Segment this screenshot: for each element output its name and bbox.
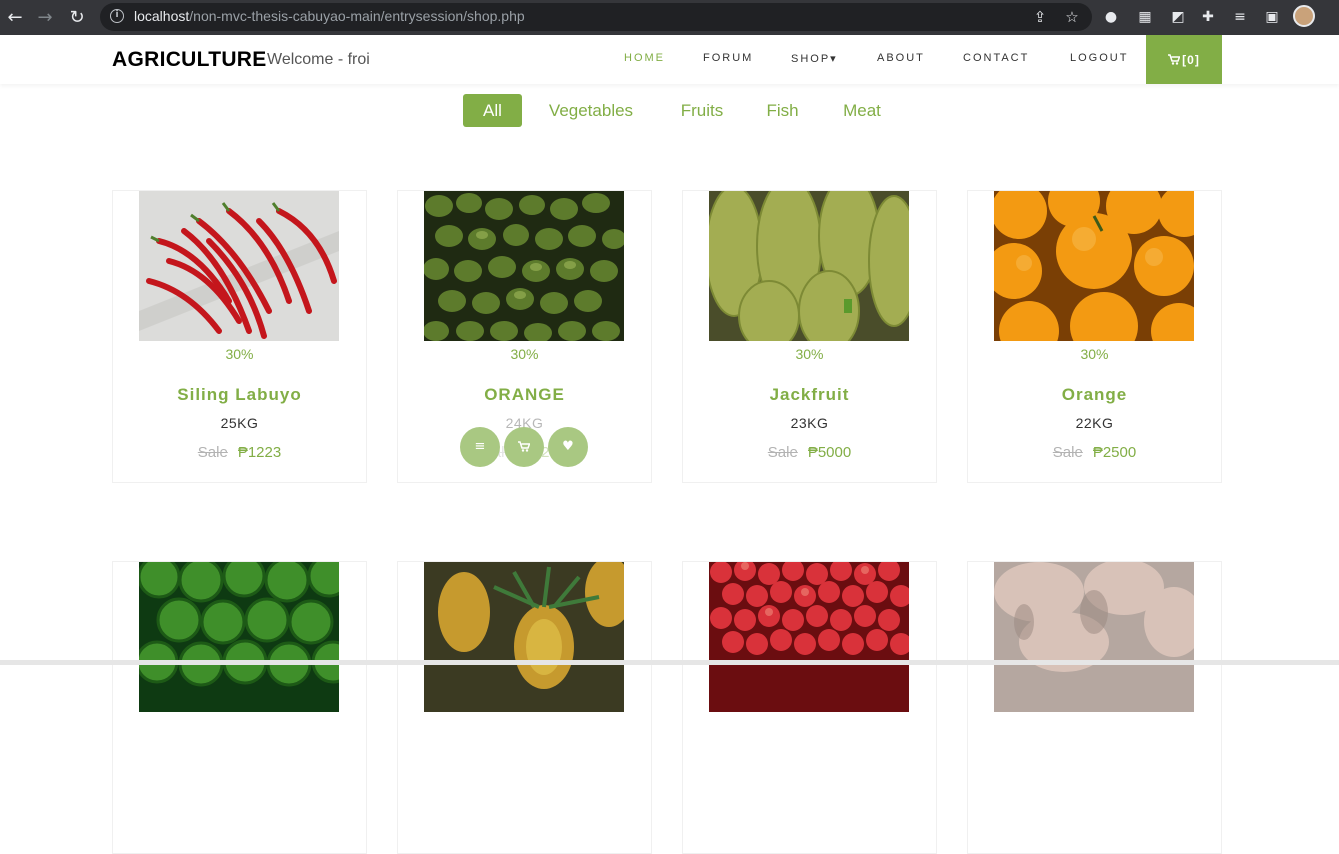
price-value: ₱1223 xyxy=(237,444,282,461)
product-price: Sale ₱1223 xyxy=(113,444,366,461)
sale-label: Sale xyxy=(1052,444,1083,461)
sidebar-icon[interactable]: ▣ xyxy=(1262,7,1282,27)
cart-icon[interactable] xyxy=(504,427,544,467)
nav-logout[interactable]: LOGOUT xyxy=(1070,52,1128,64)
info-icon[interactable]: i xyxy=(110,9,124,23)
product-card[interactable]: 30% Jackfruit 23KG Sale ₱5000 xyxy=(682,190,937,483)
product-weight: 22KG xyxy=(1075,415,1114,431)
discount-badge: 30% xyxy=(225,346,254,362)
site-header: AGRICULTURE Welcome - froi HOME FORUM SH… xyxy=(0,35,1339,84)
product-image-watermelon[interactable] xyxy=(139,562,339,712)
product-card[interactable]: 30% ORANGE 24KG Sale₱3210 ≡ ♥ xyxy=(397,190,652,483)
product-image-pineapple[interactable] xyxy=(424,562,624,712)
product-name[interactable]: Jackfruit xyxy=(683,385,936,405)
welcome-text: Welcome - froi xyxy=(267,51,370,68)
product-weight: 23KG xyxy=(790,415,829,431)
address-bar[interactable]: i localhost/non-mvc-thesis-cabuyao-main/… xyxy=(100,3,1092,31)
back-icon[interactable]: ← xyxy=(0,0,30,35)
extension-icon[interactable]: ● xyxy=(1101,7,1121,27)
reading-list-icon[interactable]: ≡ xyxy=(1230,7,1250,27)
menu-icon[interactable]: ≡ xyxy=(460,427,500,467)
qr-icon[interactable]: ▦ xyxy=(1135,7,1155,27)
product-actions: ≡ ♥ xyxy=(460,427,590,467)
url-text[interactable]: localhost/non-mvc-thesis-cabuyao-main/en… xyxy=(134,8,525,24)
brand-logo[interactable]: AGRICULTURE xyxy=(112,48,267,72)
product-image-chili[interactable] xyxy=(139,191,339,341)
product-price: Sale ₱5000 xyxy=(683,444,936,461)
forward-icon[interactable]: → xyxy=(30,0,60,35)
tab-all[interactable]: All xyxy=(463,94,522,127)
discount-badge: 30% xyxy=(795,346,824,362)
discount-badge: 30% xyxy=(510,346,539,362)
product-card[interactable] xyxy=(397,561,652,854)
nav-forum[interactable]: FORUM xyxy=(703,52,753,64)
discount-badge: 30% xyxy=(1080,346,1109,362)
product-card[interactable] xyxy=(112,561,367,854)
product-card[interactable]: 30% Orange 22KG Sale ₱2500 xyxy=(967,190,1222,483)
cart-count: [0] xyxy=(1182,52,1200,67)
product-image-orange[interactable] xyxy=(994,191,1194,341)
product-price: Sale ₱2500 xyxy=(968,444,1221,461)
category-filter: All Vegetables Fruits Fish Meat xyxy=(0,94,1339,127)
extension-icon[interactable]: ◩ xyxy=(1168,7,1188,27)
product-image-chicken[interactable] xyxy=(994,562,1194,712)
share-icon[interactable]: ⇪ xyxy=(1030,7,1050,27)
product-name[interactable]: Siling Labuyo xyxy=(113,385,366,405)
product-image-jackfruit[interactable] xyxy=(709,191,909,341)
product-card[interactable] xyxy=(967,561,1222,854)
nav-contact[interactable]: CONTACT xyxy=(963,52,1029,64)
product-card[interactable]: 30% Siling Labuyo 25KG Sale ₱1223 xyxy=(112,190,367,483)
nav-shop[interactable]: SHOP▾ xyxy=(791,52,838,65)
tab-fish[interactable]: Fish xyxy=(763,94,802,127)
cart-icon xyxy=(1168,54,1181,65)
cart-button[interactable]: [0] xyxy=(1146,35,1222,84)
product-name[interactable]: Orange xyxy=(968,385,1221,405)
heart-icon[interactable]: ♥ xyxy=(548,427,588,467)
tab-vegetables[interactable]: Vegetables xyxy=(541,94,641,127)
horizontal-scrollbar[interactable] xyxy=(0,660,1339,665)
puzzle-icon[interactable]: ✚ xyxy=(1198,7,1218,27)
tab-fruits[interactable]: Fruits xyxy=(676,94,728,127)
sale-label: Sale xyxy=(197,444,228,461)
tab-meat[interactable]: Meat xyxy=(838,94,886,127)
product-card[interactable] xyxy=(682,561,937,854)
product-image-green-citrus[interactable] xyxy=(424,191,624,341)
product-weight: 25KG xyxy=(220,415,259,431)
reload-icon[interactable]: ↻ xyxy=(62,0,92,35)
price-value: ₱5000 xyxy=(807,444,852,461)
price-value: ₱2500 xyxy=(1092,444,1137,461)
product-image-apples[interactable] xyxy=(709,562,909,712)
profile-avatar[interactable] xyxy=(1293,5,1315,27)
product-name[interactable]: ORANGE xyxy=(398,385,651,405)
star-icon[interactable]: ☆ xyxy=(1062,7,1082,27)
nav-home[interactable]: HOME xyxy=(624,52,665,64)
sale-label: Sale xyxy=(767,444,798,461)
browser-toolbar: ← → ↻ i localhost/non-mvc-thesis-cabuyao… xyxy=(0,0,1339,35)
nav-about[interactable]: ABOUT xyxy=(877,52,925,64)
